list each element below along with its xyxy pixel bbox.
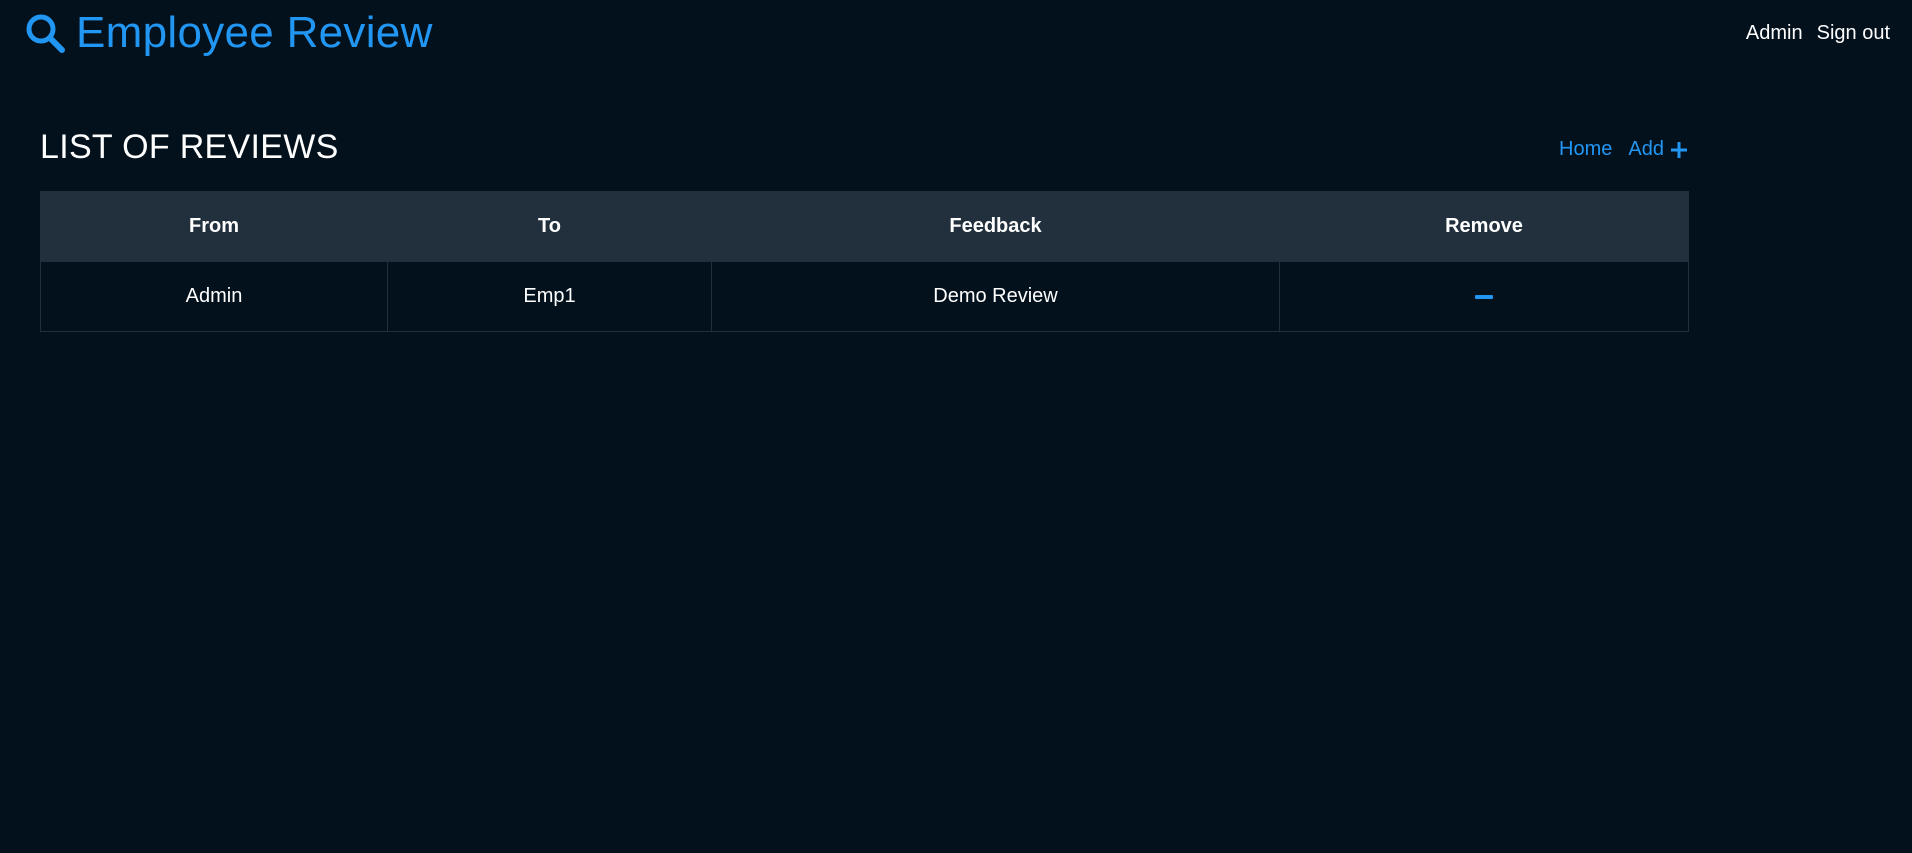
reviews-table-container: From To Feedback Remove Admin Emp1 Demo …	[40, 191, 1689, 332]
cell-feedback: Demo Review	[711, 261, 1280, 332]
column-header-from: From	[40, 191, 388, 262]
add-review-link[interactable]: Add	[1628, 138, 1688, 161]
cell-remove	[1279, 261, 1689, 332]
plus-icon	[1670, 141, 1688, 159]
reviews-table: From To Feedback Remove Admin Emp1 Demo …	[40, 191, 1689, 332]
search-icon	[24, 12, 66, 54]
add-label: Add	[1628, 138, 1664, 160]
column-header-to: To	[387, 191, 712, 262]
signout-link[interactable]: Sign out	[1817, 22, 1890, 45]
column-header-feedback: Feedback	[711, 191, 1280, 262]
column-header-remove: Remove	[1279, 191, 1689, 262]
top-navbar: Employee Review Admin Sign out	[0, 0, 1912, 68]
brand-link[interactable]: Employee Review	[24, 8, 433, 58]
page-title: LIST OF REVIEWS	[40, 128, 339, 166]
user-link[interactable]: Admin	[1746, 22, 1803, 45]
minus-icon[interactable]	[1475, 294, 1493, 299]
page-header: LIST OF REVIEWS Home Add	[40, 126, 1688, 174]
user-nav: Admin Sign out	[1746, 22, 1890, 45]
cell-from: Admin	[40, 261, 388, 332]
cell-to: Emp1	[387, 261, 712, 332]
table-row: Admin Emp1 Demo Review	[40, 261, 1689, 332]
home-link[interactable]: Home	[1559, 138, 1612, 161]
table-header-row: From To Feedback Remove	[40, 191, 1689, 262]
page-actions: Home Add	[1559, 138, 1688, 161]
brand-title: Employee Review	[76, 8, 433, 57]
